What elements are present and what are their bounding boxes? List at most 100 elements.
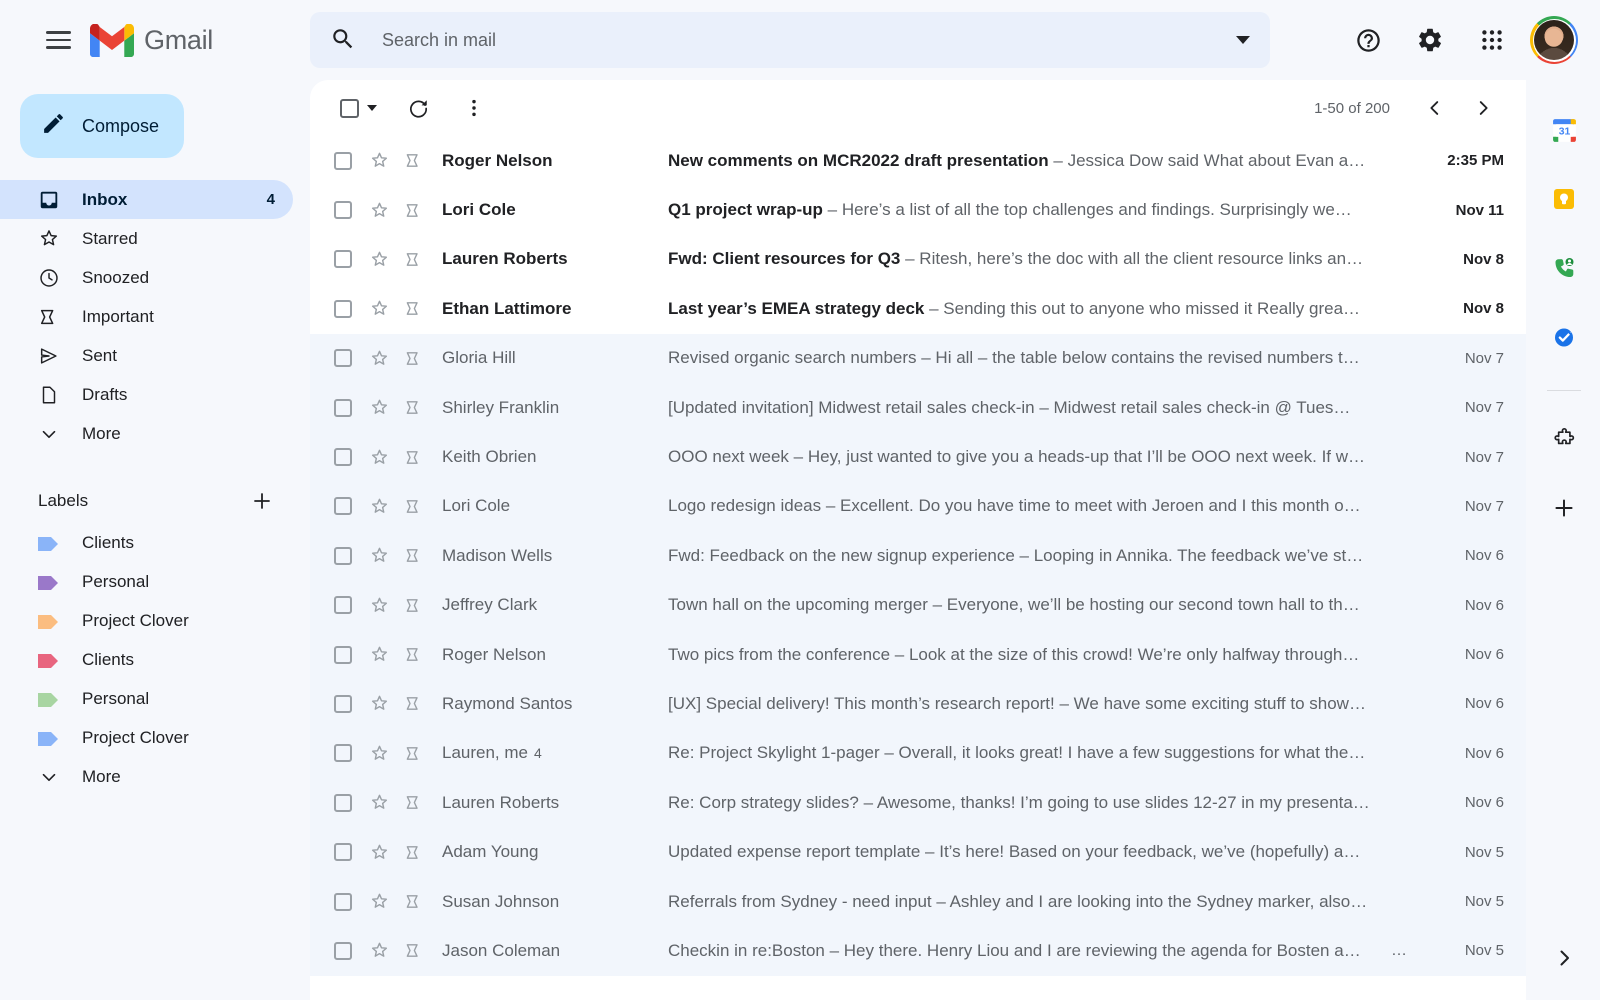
expand-panel-chevron-right-icon[interactable] [1544,938,1584,978]
search-options-chevron-down-icon[interactable] [1230,27,1256,53]
labels-more[interactable]: More [0,757,310,796]
label-item[interactable]: Personal [0,562,310,601]
sidebar-item-snoozed[interactable]: Snoozed [0,258,293,297]
next-page-button[interactable] [1462,87,1504,129]
star-icon[interactable] [368,397,390,418]
important-icon[interactable] [402,298,424,319]
table-row[interactable]: Madison Wells Fwd: Feedback on the new si… [310,531,1526,581]
table-row[interactable]: Lauren Roberts Fwd: Client resources for … [310,234,1526,285]
row-checkbox[interactable] [334,250,352,269]
important-icon[interactable] [402,249,424,270]
brand[interactable]: Gmail [90,23,304,57]
important-icon[interactable] [402,891,424,912]
table-row[interactable]: Adam Young Updated expense report templat… [310,827,1526,877]
sidebar-item-more[interactable]: More [0,414,293,453]
important-icon[interactable] [402,792,424,813]
row-checkbox[interactable] [334,398,352,417]
select-all-checkbox[interactable] [334,93,383,124]
add-label-plus-icon[interactable] [249,488,275,514]
hamburger-icon[interactable] [36,18,80,62]
add-panel-plus-icon[interactable] [1542,486,1586,530]
star-icon[interactable] [368,200,390,221]
avatar[interactable] [1530,16,1578,64]
label-item[interactable]: Project Clover [0,718,310,757]
important-icon[interactable] [402,545,424,566]
row-checkbox[interactable] [334,151,352,170]
calendar-icon[interactable]: 31 [1542,108,1586,152]
row-checkbox[interactable] [334,299,352,318]
star-icon[interactable] [368,693,390,714]
table-row[interactable]: Raymond Santos [UX] Special delivery! Thi… [310,679,1526,729]
important-icon[interactable] [402,200,424,221]
row-checkbox[interactable] [334,843,352,862]
important-icon[interactable] [402,644,424,665]
star-icon[interactable] [368,447,390,468]
important-icon[interactable] [402,693,424,714]
gear-icon[interactable] [1406,16,1454,64]
sidebar-item-inbox[interactable]: Inbox 4 [0,180,293,219]
refresh-button[interactable] [397,87,439,129]
label-item[interactable]: Clients [0,523,310,562]
table-row[interactable]: Jeffrey Clark Town hall on the upcoming m… [310,580,1526,630]
search-input[interactable] [382,29,1230,51]
important-icon[interactable] [402,496,424,517]
row-checkbox[interactable] [334,349,352,368]
important-icon[interactable] [402,397,424,418]
star-icon[interactable] [368,348,390,369]
more-options-button[interactable] [453,87,495,129]
star-icon[interactable] [368,595,390,616]
sidebar-item-sent[interactable]: Sent [0,336,293,375]
table-row[interactable]: Gloria Hill Revised organic search number… [310,333,1526,383]
table-row[interactable]: Lauren Roberts Re: Corp strategy slides? … [310,778,1526,828]
star-icon[interactable] [368,249,390,270]
star-icon[interactable] [368,743,390,764]
row-checkbox[interactable] [334,201,352,220]
star-icon[interactable] [368,644,390,665]
star-icon[interactable] [368,545,390,566]
table-row[interactable]: Lori Cole Logo redesign ideas – Excellent… [310,481,1526,532]
star-icon[interactable] [368,940,390,961]
important-icon[interactable] [402,595,424,616]
table-row[interactable]: Jason Coleman Checkin in re:Boston – Hey … [310,926,1526,976]
row-checkbox[interactable] [334,546,352,565]
sidebar-item-drafts[interactable]: Drafts [0,375,293,414]
help-icon[interactable] [1344,16,1392,64]
label-item[interactable]: Personal [0,679,310,718]
star-icon[interactable] [368,298,390,319]
tasks-icon[interactable] [1542,315,1586,359]
important-icon[interactable] [402,447,424,468]
row-checkbox[interactable] [334,892,352,911]
sidebar-item-important[interactable]: Important [0,297,293,336]
table-row[interactable]: Lori Cole Q1 project wrap-up – Here’s a l… [310,185,1526,235]
important-icon[interactable] [402,940,424,961]
table-row[interactable]: Susan Johnson Referrals from Sydney - nee… [310,876,1526,927]
table-row[interactable]: Keith Obrien OOO next week – Hey, just wa… [310,432,1526,482]
important-icon[interactable] [402,842,424,863]
chevron-down-icon[interactable] [367,105,377,111]
star-icon[interactable] [368,891,390,912]
table-row[interactable]: Shirley Franklin [Updated invitation] Mid… [310,382,1526,433]
puzzle-addons-icon[interactable] [1542,417,1586,461]
important-icon[interactable] [402,150,424,171]
important-icon[interactable] [402,348,424,369]
label-item[interactable]: Project Clover [0,601,310,640]
star-icon[interactable] [368,150,390,171]
star-icon[interactable] [368,792,390,813]
sidebar-item-starred[interactable]: Starred [0,219,293,258]
contacts-icon[interactable] [1542,246,1586,290]
row-checkbox[interactable] [334,497,352,516]
table-row[interactable]: Roger Nelson Two pics from the conference… [310,629,1526,680]
table-row[interactable]: Lauren, me 4 Re: Project Skylight 1-pager … [310,728,1526,779]
row-checkbox[interactable] [334,645,352,664]
row-checkbox[interactable] [334,793,352,812]
search-bar[interactable] [310,12,1270,68]
keep-icon[interactable] [1542,177,1586,221]
table-row[interactable]: Ethan Lattimore Last year’s EMEA strategy… [310,284,1526,334]
important-icon[interactable] [402,743,424,764]
row-checkbox[interactable] [334,448,352,467]
prev-page-button[interactable] [1414,87,1456,129]
row-checkbox[interactable] [334,596,352,615]
label-item[interactable]: Clients [0,640,310,679]
star-icon[interactable] [368,496,390,517]
row-checkbox[interactable] [334,744,352,763]
